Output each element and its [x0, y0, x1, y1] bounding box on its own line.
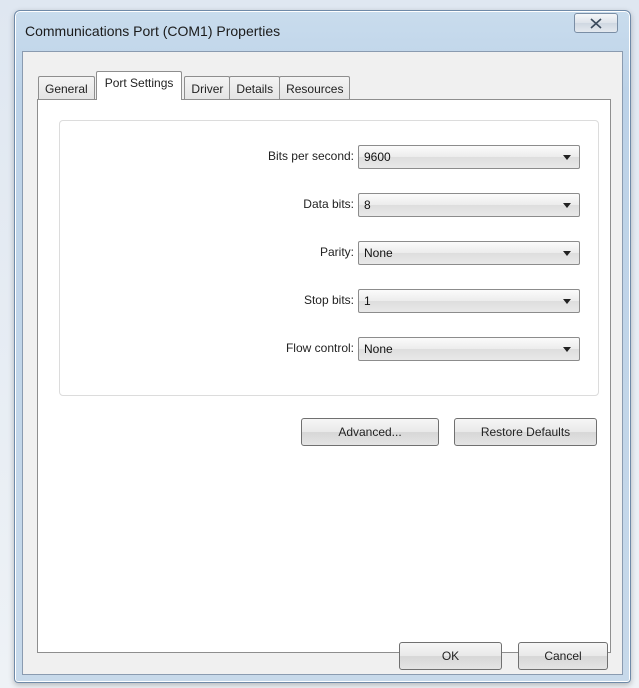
parity-row: Parity: None — [60, 241, 598, 265]
cancel-button[interactable]: Cancel — [518, 642, 608, 670]
bits-per-second-value: 9600 — [364, 150, 391, 164]
chevron-down-icon — [563, 299, 571, 304]
close-button[interactable] — [574, 13, 618, 33]
chevron-down-icon — [563, 203, 571, 208]
stop-bits-row: Stop bits: 1 — [60, 289, 598, 313]
tab-general[interactable]: General — [38, 76, 95, 100]
chevron-down-icon — [563, 155, 571, 160]
data-bits-value: 8 — [364, 198, 371, 212]
flow-control-select[interactable]: None — [358, 337, 580, 361]
port-settings-group: Bits per second: 9600 Data bits: 8 Parit… — [59, 120, 599, 396]
tab-resources[interactable]: Resources — [279, 76, 351, 100]
stop-bits-label: Stop bits: — [303, 293, 354, 307]
dialog-client-area: General Port Settings Driver Details Res… — [22, 51, 623, 675]
tab-details[interactable]: Details — [229, 76, 281, 100]
data-bits-label: Data bits: — [303, 197, 354, 211]
data-bits-select[interactable]: 8 — [358, 193, 580, 217]
flow-control-value: None — [364, 342, 393, 356]
bits-per-second-select[interactable]: 9600 — [358, 145, 580, 169]
flow-control-row: Flow control: None — [60, 337, 598, 361]
data-bits-row: Data bits: 8 — [60, 193, 598, 217]
properties-dialog: Communications Port (COM1) Properties Ge… — [14, 10, 631, 683]
chevron-down-icon — [563, 347, 571, 352]
stop-bits-value: 1 — [364, 294, 371, 308]
bits-per-second-label: Bits per second: — [267, 149, 354, 163]
tab-driver[interactable]: Driver — [184, 76, 231, 100]
parity-value: None — [364, 246, 393, 260]
tab-strip: General Port Settings Driver Details Res… — [38, 70, 351, 100]
ok-button[interactable]: OK — [399, 642, 502, 670]
parity-select[interactable]: None — [358, 241, 580, 265]
stop-bits-select[interactable]: 1 — [358, 289, 580, 313]
chevron-down-icon — [563, 251, 571, 256]
close-icon — [590, 17, 602, 29]
desktop-background: Communications Port (COM1) Properties Ge… — [0, 0, 639, 688]
title-bar[interactable]: Communications Port (COM1) Properties — [15, 11, 630, 51]
restore-defaults-button[interactable]: Restore Defaults — [454, 418, 597, 446]
parity-label: Parity: — [319, 245, 354, 259]
bits-per-second-row: Bits per second: 9600 — [60, 145, 598, 169]
flow-control-label: Flow control: — [285, 341, 354, 355]
tab-port-settings[interactable]: Port Settings — [95, 71, 183, 100]
window-title: Communications Port (COM1) Properties — [25, 23, 281, 39]
advanced-button[interactable]: Advanced... — [301, 418, 439, 446]
port-settings-panel: Bits per second: 9600 Data bits: 8 Parit… — [37, 99, 611, 653]
